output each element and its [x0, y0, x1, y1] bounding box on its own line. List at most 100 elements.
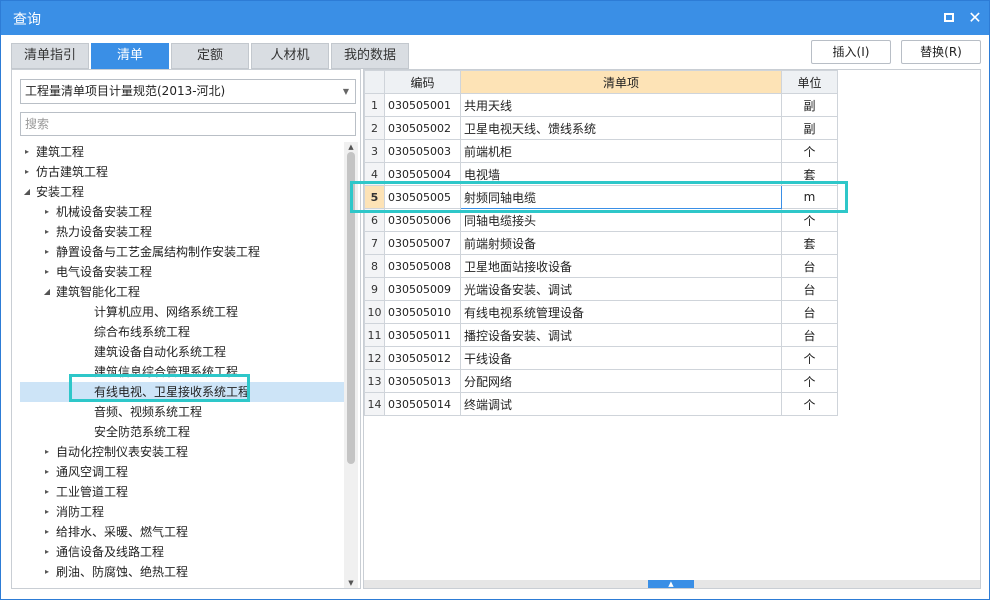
row-unit[interactable]: 副: [781, 116, 838, 140]
chevron-right-icon[interactable]: ▸: [42, 462, 52, 482]
row-name[interactable]: 有线电视系统管理设备: [460, 300, 782, 324]
row-name[interactable]: 终端调试: [460, 392, 782, 416]
scroll-down-icon[interactable]: ▼: [344, 578, 358, 588]
row-name[interactable]: 卫星地面站接收设备: [460, 254, 782, 278]
search-input[interactable]: 搜索: [20, 112, 356, 136]
row-code[interactable]: 030505002: [384, 116, 461, 140]
chevron-right-icon[interactable]: ▸: [22, 162, 32, 182]
row-index[interactable]: 3: [364, 139, 385, 163]
row-unit[interactable]: 个: [781, 139, 838, 163]
tree-item[interactable]: ▸ 热力设备安装工程: [20, 222, 344, 242]
tab-my-data[interactable]: 我的数据: [331, 43, 409, 69]
row-index[interactable]: 14: [364, 392, 385, 416]
tree-item[interactable]: ▸ 建筑工程: [20, 142, 344, 162]
row-name[interactable]: 干线设备: [460, 346, 782, 370]
row-unit[interactable]: 台: [781, 254, 838, 278]
row-code[interactable]: 030505003: [384, 139, 461, 163]
chevron-right-icon[interactable]: ▸: [42, 542, 52, 562]
table-row[interactable]: 14 030505014 终端调试个: [364, 392, 838, 416]
row-unit[interactable]: 个: [781, 346, 838, 370]
chevron-right-icon[interactable]: ▸: [42, 482, 52, 502]
row-name[interactable]: 共用天线: [460, 93, 782, 117]
table-row[interactable]: 3 030505003 前端机柜个: [364, 139, 838, 163]
row-code[interactable]: 030505010: [384, 300, 461, 324]
row-code[interactable]: 030505011: [384, 323, 461, 347]
row-unit[interactable]: 套: [781, 231, 838, 255]
row-unit[interactable]: 个: [781, 369, 838, 393]
tree-item[interactable]: ▸ 通风空调工程: [20, 462, 344, 482]
row-unit[interactable]: 台: [781, 300, 838, 324]
row-code[interactable]: 030505012: [384, 346, 461, 370]
row-code[interactable]: 030505007: [384, 231, 461, 255]
tree-item[interactable]: ▸ 仿古建筑工程: [20, 162, 344, 182]
row-index[interactable]: 11: [364, 323, 385, 347]
insert-button[interactable]: 插入(I): [811, 40, 891, 64]
table-row[interactable]: 12 030505012 干线设备个: [364, 346, 838, 370]
row-index[interactable]: 7: [364, 231, 385, 255]
header-unit[interactable]: 单位: [781, 70, 838, 94]
row-name[interactable]: 前端机柜: [460, 139, 782, 163]
tree-item[interactable]: ▸ 工业管道工程: [20, 482, 344, 502]
table-row[interactable]: 10 030505010 有线电视系统管理设备台: [364, 300, 838, 324]
row-index[interactable]: 9: [364, 277, 385, 301]
tree-item[interactable]: ▸ 机械设备安装工程: [20, 202, 344, 222]
chevron-right-icon[interactable]: ▸: [42, 562, 52, 582]
chevron-right-icon[interactable]: ▸: [22, 142, 32, 162]
chevron-right-icon[interactable]: ▸: [42, 202, 52, 222]
table-row[interactable]: 9 030505009 光端设备安装、调试台: [364, 277, 838, 301]
chevron-right-icon[interactable]: ▸: [42, 242, 52, 262]
row-unit[interactable]: 台: [781, 277, 838, 301]
tree-item[interactable]: ▸ 通信设备及线路工程: [20, 542, 344, 562]
standard-select[interactable]: 工程量清单项目计量规范(2013-河北) ▼: [20, 79, 356, 104]
collapse-up-icon[interactable]: ▲: [648, 580, 694, 588]
chevron-right-icon[interactable]: ▸: [42, 502, 52, 522]
row-unit[interactable]: 台: [781, 323, 838, 347]
row-index[interactable]: 1: [364, 93, 385, 117]
row-index[interactable]: 10: [364, 300, 385, 324]
chevron-right-icon[interactable]: ▸: [42, 522, 52, 542]
row-code[interactable]: 030505013: [384, 369, 461, 393]
row-code[interactable]: 030505008: [384, 254, 461, 278]
maximize-button[interactable]: [939, 8, 959, 28]
row-name[interactable]: 分配网络: [460, 369, 782, 393]
chevron-right-icon[interactable]: ▸: [42, 262, 52, 282]
tree-item[interactable]: ▸ 刷油、防腐蚀、绝热工程: [20, 562, 344, 582]
row-index[interactable]: 12: [364, 346, 385, 370]
row-index[interactable]: 2: [364, 116, 385, 140]
table-row[interactable]: 8 030505008 卫星地面站接收设备台: [364, 254, 838, 278]
header-name[interactable]: 清单项: [460, 70, 782, 94]
table-row[interactable]: 7 030505007 前端射频设备套: [364, 231, 838, 255]
tab-list[interactable]: 清单: [91, 43, 169, 69]
row-unit[interactable]: 副: [781, 93, 838, 117]
row-index[interactable]: 8: [364, 254, 385, 278]
table-row[interactable]: 1 030505001 共用天线副: [364, 93, 838, 117]
row-code[interactable]: 030505001: [384, 93, 461, 117]
tree-item[interactable]: 音频、视频系统工程: [20, 402, 344, 422]
tree-item[interactable]: ▸ 电气设备安装工程: [20, 262, 344, 282]
row-code[interactable]: 030505014: [384, 392, 461, 416]
chevron-right-icon[interactable]: ▸: [42, 222, 52, 242]
tree-item[interactable]: ▸ 自动化控制仪表安装工程: [20, 442, 344, 462]
row-name[interactable]: 光端设备安装、调试: [460, 277, 782, 301]
table-row[interactable]: 11 030505011 播控设备安装、调试台: [364, 323, 838, 347]
chevron-down-icon[interactable]: ◢: [22, 182, 32, 202]
tree-item[interactable]: ◢ 安装工程: [20, 182, 344, 202]
row-code[interactable]: 030505009: [384, 277, 461, 301]
row-name[interactable]: 播控设备安装、调试: [460, 323, 782, 347]
table-row[interactable]: 13 030505013 分配网络个: [364, 369, 838, 393]
tree-item[interactable]: 综合布线系统工程: [20, 322, 344, 342]
close-button[interactable]: ✕: [965, 8, 985, 28]
row-unit[interactable]: 个: [781, 392, 838, 416]
tree-item[interactable]: 建筑设备自动化系统工程: [20, 342, 344, 362]
replace-button[interactable]: 替换(R): [901, 40, 981, 64]
row-index[interactable]: 13: [364, 369, 385, 393]
tab-quota[interactable]: 定额: [171, 43, 249, 69]
tree-item[interactable]: ◢ 建筑智能化工程: [20, 282, 344, 302]
tree-item[interactable]: ▸ 静置设备与工艺金属结构制作安装工程: [20, 242, 344, 262]
tree-item[interactable]: ▸ 消防工程: [20, 502, 344, 522]
row-name[interactable]: 前端射频设备: [460, 231, 782, 255]
tree-item[interactable]: 计算机应用、网络系统工程: [20, 302, 344, 322]
title-bar[interactable]: 查询 ✕: [1, 1, 989, 35]
chevron-right-icon[interactable]: ▸: [42, 442, 52, 462]
tab-list-guide[interactable]: 清单指引: [11, 43, 89, 69]
